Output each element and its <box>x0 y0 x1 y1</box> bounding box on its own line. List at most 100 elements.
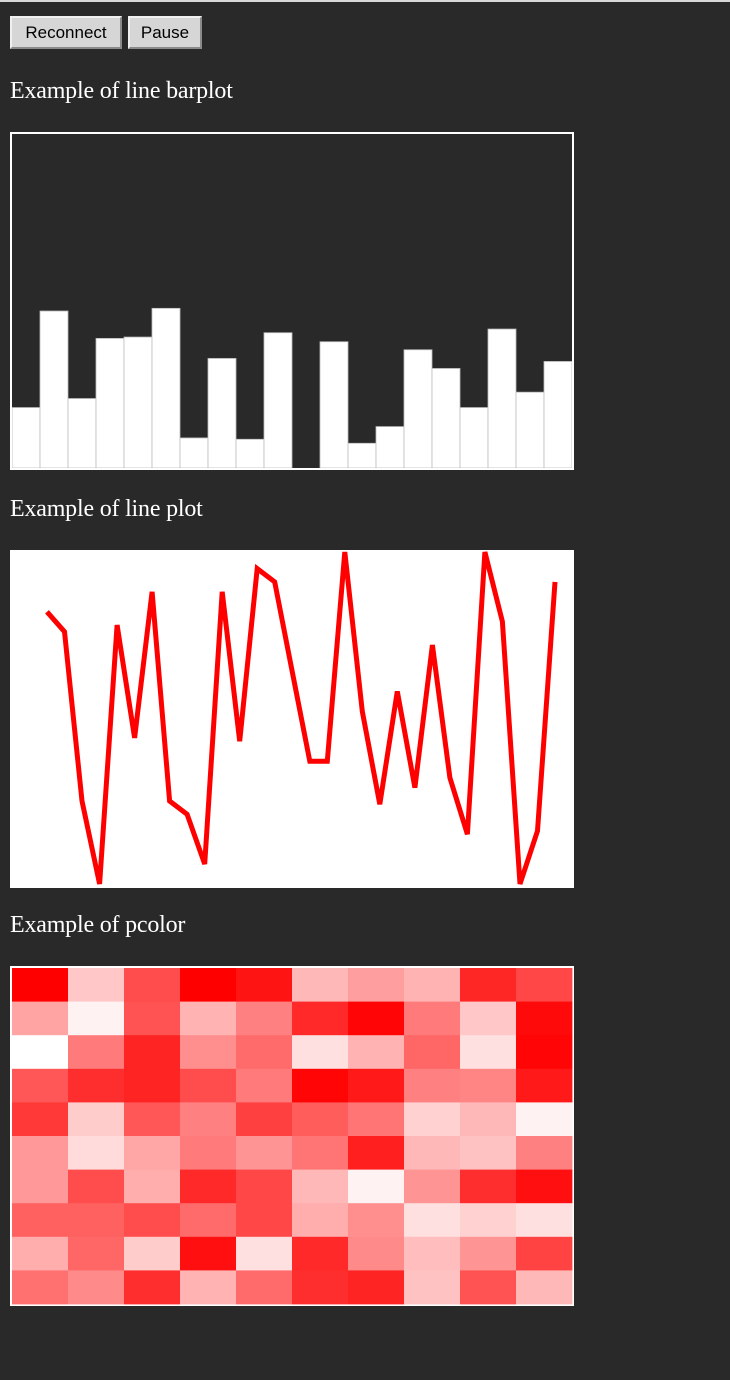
heat-cell-r6-c4 <box>180 1136 237 1170</box>
bar-15 <box>403 349 433 469</box>
heat-cell-r5-c7 <box>348 1102 405 1137</box>
heat-cell-r4-c3 <box>124 1068 181 1103</box>
bar-18 <box>487 328 517 469</box>
bar-4 <box>95 338 125 469</box>
heat-cell-r7-c8 <box>404 1169 461 1204</box>
reconnect-button[interactable]: Reconnect <box>10 16 122 49</box>
heat-cell-r8-c9 <box>460 1203 517 1238</box>
heat-cell-r9-c10 <box>516 1236 573 1271</box>
line-chart <box>10 550 574 888</box>
heat-cell-r8-c10 <box>516 1203 573 1238</box>
bar-chart <box>10 132 574 470</box>
heat-cell-r10-c8 <box>404 1270 461 1305</box>
heat-cell-r5-c9 <box>460 1102 517 1137</box>
heat-cell-r7-c4 <box>180 1169 237 1204</box>
heat-cell-r9-c1 <box>12 1236 69 1271</box>
heat-cell-r5-c2 <box>68 1102 125 1137</box>
heat-cell-r7-c3 <box>124 1169 181 1204</box>
heat-cell-r8-c8 <box>404 1203 461 1238</box>
heat-cell-r3-c4 <box>180 1035 237 1070</box>
heat-cell-r6-c7 <box>348 1136 405 1170</box>
heat-cell-r9-c5 <box>236 1236 293 1271</box>
heat-cell-r7-c7 <box>348 1169 405 1204</box>
heat-cell-r2-c8 <box>404 1001 461 1036</box>
heat-cell-r1-c6 <box>292 968 349 1002</box>
heat-cell-r2-c4 <box>180 1001 237 1036</box>
bar-10 <box>263 332 293 469</box>
lineplot-heading: Example of line plot <box>10 496 203 522</box>
bar-16 <box>431 368 461 469</box>
heat-cell-r3-c6 <box>292 1035 349 1070</box>
heat-cell-r4-c5 <box>236 1068 293 1103</box>
heat-cell-r9-c7 <box>348 1236 405 1271</box>
bar-19 <box>515 391 545 469</box>
heat-cell-r10-c6 <box>292 1270 349 1305</box>
heat-cell-r6-c6 <box>292 1136 349 1170</box>
heat-cell-r9-c4 <box>180 1236 237 1271</box>
heat-cell-r1-c2 <box>68 968 125 1002</box>
pcolor-heading: Example of pcolor <box>10 912 186 938</box>
bar-14 <box>375 426 405 469</box>
heat-cell-r8-c6 <box>292 1203 349 1238</box>
heat-cell-r2-c5 <box>236 1001 293 1036</box>
heat-cell-r9-c3 <box>124 1236 181 1271</box>
heat-cell-r5-c4 <box>180 1102 237 1137</box>
bar-20 <box>543 361 573 469</box>
heat-cell-r3-c1 <box>12 1035 69 1070</box>
heat-cell-r7-c5 <box>236 1169 293 1204</box>
heat-cell-r10-c2 <box>68 1270 125 1305</box>
bar-8 <box>207 358 237 469</box>
heat-cell-r6-c2 <box>68 1136 125 1170</box>
heat-cell-r1-c10 <box>516 968 573 1002</box>
heat-cell-r8-c4 <box>180 1203 237 1238</box>
heat-cell-r4-c1 <box>12 1068 69 1103</box>
heat-cell-r10-c5 <box>236 1270 293 1305</box>
heat-cell-r4-c10 <box>516 1068 573 1103</box>
heat-cell-r8-c1 <box>12 1203 69 1238</box>
heat-cell-r7-c6 <box>292 1169 349 1204</box>
heat-cell-r2-c7 <box>348 1001 405 1036</box>
heat-cell-r1-c1 <box>12 968 69 1002</box>
heat-cell-r2-c9 <box>460 1001 517 1036</box>
heat-cell-r6-c5 <box>236 1136 293 1170</box>
heat-cell-r9-c8 <box>404 1236 461 1271</box>
heat-cell-r1-c3 <box>124 968 181 1002</box>
bar-2 <box>39 310 69 469</box>
line-plot-area <box>10 550 574 888</box>
heat-cell-r4-c2 <box>68 1068 125 1103</box>
heat-cell-r3-c8 <box>404 1035 461 1070</box>
heat-cell-r3-c10 <box>516 1035 573 1070</box>
heat-cell-r1-c4 <box>180 968 237 1002</box>
barplot-heading: Example of line barplot <box>10 78 233 104</box>
heat-cell-r10-c10 <box>516 1270 573 1305</box>
heat-cell-r7-c9 <box>460 1169 517 1204</box>
heat-cell-r10-c3 <box>124 1270 181 1305</box>
bar-13 <box>347 442 377 469</box>
heat-cell-r2-c6 <box>292 1001 349 1036</box>
heat-cell-r6-c10 <box>516 1136 573 1170</box>
bar-7 <box>179 437 209 469</box>
heat-cell-r3-c2 <box>68 1035 125 1070</box>
heat-cell-r10-c7 <box>348 1270 405 1305</box>
heat-cell-r6-c9 <box>460 1136 517 1170</box>
bar-9 <box>235 438 265 469</box>
heat-cell-r2-c1 <box>12 1001 69 1036</box>
heat-cell-r3-c7 <box>348 1035 405 1070</box>
heat-cell-r3-c3 <box>124 1035 181 1070</box>
heat-cell-r6-c1 <box>12 1136 69 1170</box>
heat-cell-r8-c5 <box>236 1203 293 1238</box>
pause-button[interactable]: Pause <box>128 16 202 49</box>
heat-cell-r4-c8 <box>404 1068 461 1103</box>
bar-12 <box>319 341 349 469</box>
heat-cell-r3-c9 <box>460 1035 517 1070</box>
heat-cell-r2-c2 <box>68 1001 125 1036</box>
bar-5 <box>123 336 153 469</box>
heat-cell-r3-c5 <box>236 1035 293 1070</box>
heat-cell-r1-c9 <box>460 968 517 1002</box>
heat-cell-r8-c2 <box>68 1203 125 1238</box>
heat-cell-r2-c10 <box>516 1001 573 1036</box>
heat-cell-r4-c7 <box>348 1068 405 1103</box>
pcolor-chart <box>10 966 574 1306</box>
heat-cell-r7-c2 <box>68 1169 125 1204</box>
heat-cell-r7-c10 <box>516 1169 573 1204</box>
